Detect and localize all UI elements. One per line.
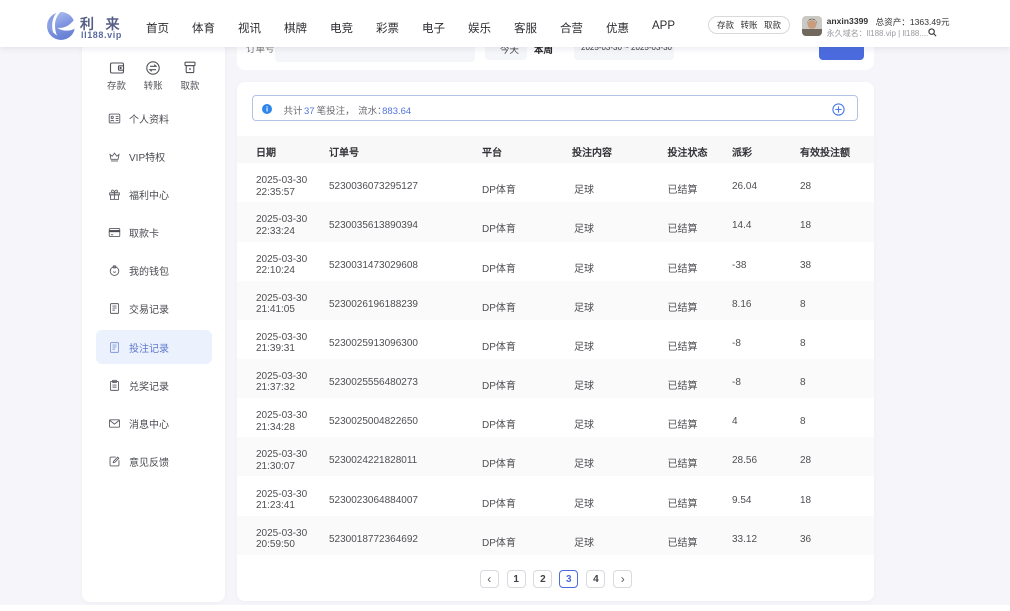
svg-text:i: i: [265, 105, 267, 114]
